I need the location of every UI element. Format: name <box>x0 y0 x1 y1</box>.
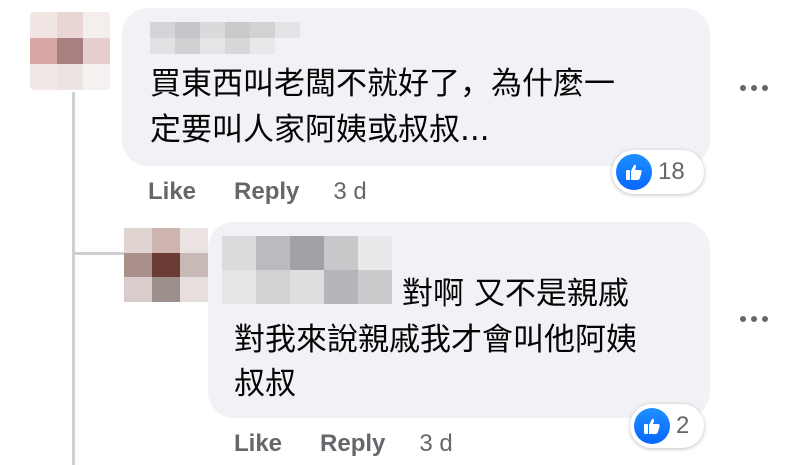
reaction-badge[interactable]: 2 <box>630 404 704 448</box>
like-reaction-icon <box>616 154 652 190</box>
like-button[interactable]: Like <box>148 178 196 206</box>
more-options-icon[interactable] <box>740 316 768 322</box>
comment-text-line: 對啊 又不是親戚 <box>402 276 629 312</box>
timestamp[interactable]: 3 d <box>419 430 452 458</box>
like-button[interactable]: Like <box>234 430 282 458</box>
comment-actions: Like Reply 3 d <box>148 178 367 206</box>
reply-button[interactable]: Reply <box>234 178 299 206</box>
thread-line-branch <box>72 252 124 255</box>
timestamp[interactable]: 3 d <box>333 178 366 206</box>
author-name-censored[interactable] <box>150 22 300 54</box>
avatar[interactable] <box>30 12 110 90</box>
reaction-count: 2 <box>676 412 690 439</box>
reply-button[interactable]: Reply <box>320 430 385 458</box>
reaction-count: 18 <box>658 158 685 185</box>
comment-text-line: 對我來說親戚我才會叫他阿姨 <box>234 322 637 358</box>
like-reaction-icon <box>634 408 670 444</box>
more-options-icon[interactable] <box>740 85 768 91</box>
avatar[interactable] <box>124 228 208 302</box>
reaction-badge[interactable]: 18 <box>612 150 704 194</box>
author-name-censored[interactable] <box>222 236 392 304</box>
comment-text-line: 定要叫人家阿姨或叔叔... <box>150 112 490 148</box>
comment-text-line: 叔叔 <box>234 366 296 402</box>
comment-actions: Like Reply 3 d <box>234 430 453 458</box>
thread-line-vertical <box>72 92 75 465</box>
comment-text-line: 買東西叫老闆不就好了，為什麼一 <box>150 66 615 102</box>
